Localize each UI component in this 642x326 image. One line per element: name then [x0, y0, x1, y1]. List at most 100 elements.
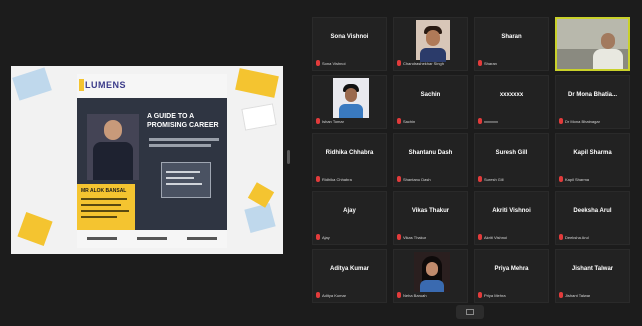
participant-tile[interactable]: Shantanu Dash Shantanu Dash	[393, 133, 468, 187]
mic-muted-icon	[478, 176, 482, 182]
participant-tile[interactable]	[555, 17, 630, 71]
poster-subtext	[149, 138, 219, 141]
webinar-poster: LUMENS A GUIDE TO A PROMISING CAREER MR …	[77, 74, 227, 248]
participant-name-label: Aditya Kumar	[322, 292, 347, 298]
participant-name-tag: Jishant Talwar	[559, 291, 590, 299]
participant-name-label: Kapil Sharma	[565, 176, 590, 182]
decor-shape	[247, 182, 275, 208]
participant-name-label: Akriti Vishnoi	[484, 234, 508, 240]
participant-name-tag: Vikas Thakur	[397, 233, 426, 241]
participant-name-label: Ridhika Chhabra	[322, 176, 352, 182]
participant-name-tag: Chandrashekhar Singh	[397, 59, 444, 67]
mic-muted-icon	[397, 176, 401, 182]
poster-logo: LUMENS	[85, 80, 126, 90]
resize-handle[interactable]	[287, 150, 290, 164]
decor-shape	[235, 68, 279, 98]
participant-display-name: Vikas Thakur	[411, 208, 450, 214]
participant-name-tag: Sharan	[478, 59, 497, 67]
participant-tile[interactable]: Sharan Sharan	[474, 17, 549, 71]
participant-display-name: Sona Vishnoi	[330, 34, 369, 40]
participant-name-label: Dr Mona Bhatnagar	[565, 118, 600, 124]
poster-inset	[161, 162, 211, 198]
participant-tile[interactable]: Ajay Ajay	[312, 191, 387, 245]
participant-tile[interactable]: Deeksha Arul Deeksha Arul	[555, 191, 630, 245]
meeting-window: LUMENS A GUIDE TO A PROMISING CAREER MR …	[0, 0, 642, 326]
participant-name-tag: Dr Mona Bhatnagar	[559, 117, 600, 125]
participant-display-name: Aditya Kumar	[329, 266, 369, 272]
participant-display-name: Ajay	[343, 208, 356, 214]
participant-name-label: Deeksha Arul	[565, 234, 589, 240]
participant-tile[interactable]: Neha Baruah	[393, 249, 468, 303]
decor-shape	[12, 67, 52, 101]
participant-display-name: Jishant Talwar	[571, 266, 614, 272]
participant-name-tag: Akriti Vishnoi	[478, 233, 507, 241]
mic-muted-icon	[559, 176, 563, 182]
participant-video	[416, 20, 450, 62]
participant-tile[interactable]: Sachin Sachin	[393, 75, 468, 129]
participant-tile[interactable]: xxxxxxx xxxxxxx	[474, 75, 549, 129]
participant-name-label: Ajay	[322, 234, 330, 240]
participant-video	[333, 78, 369, 118]
view-toggle-button[interactable]	[456, 305, 484, 319]
participant-name-tag: Kapil Sharma	[559, 175, 589, 183]
participant-name-tag: Ajay	[316, 233, 330, 241]
mic-muted-icon	[559, 234, 563, 240]
shared-screen[interactable]: LUMENS A GUIDE TO A PROMISING CAREER MR …	[11, 66, 283, 254]
participant-name-tag: Shantanu Dash	[397, 175, 431, 183]
participant-tile[interactable]: Aditya Kumar Aditya Kumar	[312, 249, 387, 303]
participant-tile[interactable]: Suresh Gill Suresh Gill	[474, 133, 549, 187]
participant-tile[interactable]: Priya Mehra Priya Mehra	[474, 249, 549, 303]
participant-name-tag: Ridhika Chhabra	[316, 175, 352, 183]
decor-shape	[241, 103, 277, 131]
participant-tile[interactable]: Ridhika Chhabra Ridhika Chhabra	[312, 133, 387, 187]
participant-name-label: Chandrashekhar Singh	[403, 60, 444, 66]
participant-name-label: Suresh Gill	[484, 176, 504, 182]
participant-display-name: Kapil Sharma	[573, 150, 612, 156]
mic-muted-icon	[397, 118, 401, 124]
participant-name-label: Priya Mehra	[484, 292, 506, 298]
poster-subtext	[149, 144, 211, 147]
mic-muted-icon	[316, 234, 320, 240]
participant-display-name: Suresh Gill	[495, 150, 528, 156]
mic-muted-icon	[397, 292, 401, 298]
participant-video	[414, 252, 450, 292]
participant-tile[interactable]: Sona Vishnoi Sona Vishnoi	[312, 17, 387, 71]
participant-name-label: Ishan Tomar	[322, 118, 344, 124]
mic-muted-icon	[316, 176, 320, 182]
participant-tile[interactable]: Dr Mona Bhatia... Dr Mona Bhatnagar	[555, 75, 630, 129]
mic-muted-icon	[478, 292, 482, 298]
participant-display-name: Dr Mona Bhatia...	[567, 92, 617, 98]
poster-headline: A GUIDE TO A PROMISING CAREER	[147, 113, 219, 129]
participant-tile[interactable]: Jishant Talwar Jishant Talwar	[555, 249, 630, 303]
participant-display-name: Priya Mehra	[494, 266, 529, 272]
participant-name-tag: Aditya Kumar	[316, 291, 346, 299]
participant-name-label: Sachin	[403, 118, 416, 124]
participant-name-tag: Ishan Tomar	[316, 117, 344, 125]
participant-name-label: Sona Vishnoi	[322, 60, 346, 66]
mic-muted-icon	[478, 234, 482, 240]
participant-tile[interactable]: Akriti Vishnoi Akriti Vishnoi	[474, 191, 549, 245]
participant-tile[interactable]: Chandrashekhar Singh	[393, 17, 468, 71]
participant-name-tag: xxxxxxx	[478, 117, 498, 125]
decor-shape	[17, 211, 53, 247]
participant-tile[interactable]: Kapil Sharma Kapil Sharma	[555, 133, 630, 187]
participant-display-name: Ridhika Chhabra	[325, 150, 374, 156]
participant-name-label: xxxxxxx	[484, 118, 498, 124]
participant-gallery: Sona Vishnoi Sona Vishnoi Chandrashekhar S…	[312, 17, 630, 303]
participant-display-name: Akriti Vishnoi	[492, 208, 531, 214]
participant-name-tag: Sachin	[397, 117, 415, 125]
decor-shape	[244, 203, 276, 233]
mic-muted-icon	[478, 118, 482, 124]
mic-muted-icon	[559, 292, 563, 298]
mic-muted-icon	[478, 60, 482, 66]
speaker-name: MR ALOK BANSAL	[81, 188, 127, 194]
mic-muted-icon	[397, 234, 401, 240]
participant-tile[interactable]: Vikas Thakur Vikas Thakur	[393, 191, 468, 245]
mic-muted-icon	[316, 60, 320, 66]
participant-name-tag: Priya Mehra	[478, 291, 506, 299]
participant-name-label: Jishant Talwar	[565, 292, 591, 298]
participant-tile[interactable]: Ishan Tomar	[312, 75, 387, 129]
participant-video	[557, 19, 628, 69]
mic-muted-icon	[316, 292, 320, 298]
participant-display-name: Shantanu Dash	[408, 150, 453, 156]
